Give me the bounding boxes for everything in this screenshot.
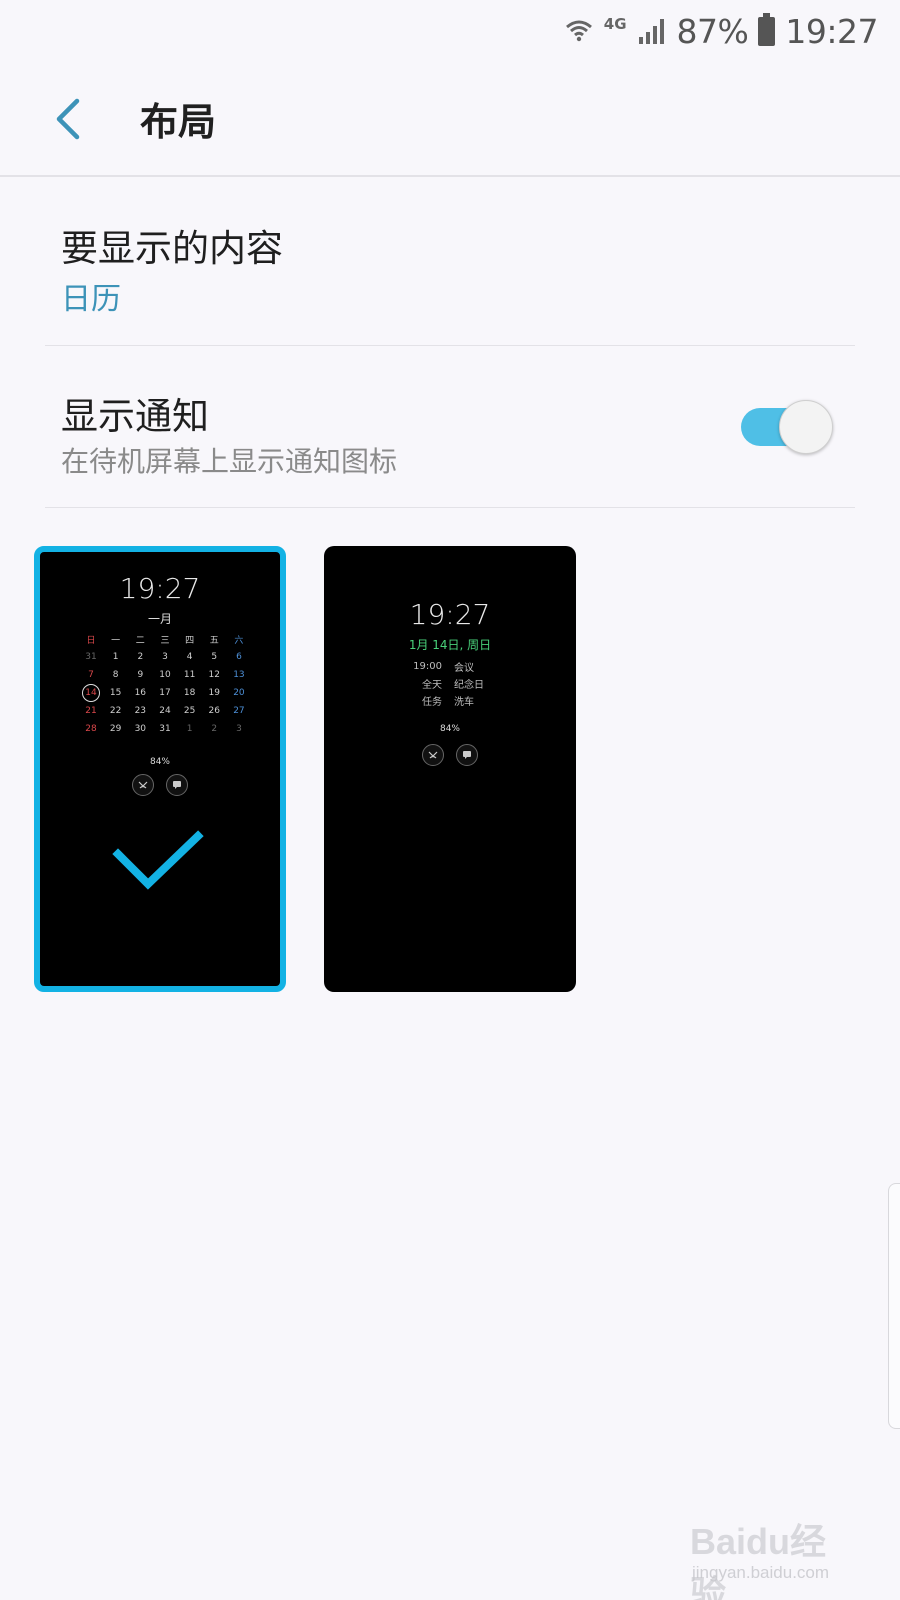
notification-setting-title: 显示通知 <box>61 395 209 438</box>
calendar-day: 16 <box>134 688 147 698</box>
preview-event: 全天 纪念日 <box>410 675 530 692</box>
calendar-week-row: 14 15 16 17 18 19 20 <box>80 684 250 702</box>
calendar-day: 8 <box>112 670 119 680</box>
layout-option-schedule[interactable]: 19:27 1月 14日, 周日 19:00 会议 全天 纪念日 任务 洗车 8… <box>324 546 576 992</box>
preview-event: 19:00 会议 <box>410 658 530 675</box>
missed-call-icon <box>132 774 154 796</box>
notification-setting-subtitle: 在待机屏幕上显示通知图标 <box>61 445 398 478</box>
calendar-day: 27 <box>233 706 245 716</box>
toggle-thumb <box>779 400 833 454</box>
back-button[interactable] <box>38 89 98 149</box>
preview-calendar: 日一二三四五六 31 1 2 3 4 5 6 7 8 9 10 11 12 13 14 15 16 17 18 19 20… <box>80 630 250 738</box>
watermark-brand: Baidu经验 <box>690 1521 827 1600</box>
calendar-day: 24 <box>159 706 171 716</box>
preview-notification-icons <box>40 774 280 796</box>
calendar-day: 1 <box>112 652 119 662</box>
calendar-day: 12 <box>208 670 220 680</box>
preview-battery: 84% <box>439 724 460 734</box>
content-setting-title: 要显示的内容 <box>61 227 283 270</box>
page-title: 布局 <box>140 100 217 144</box>
calendar-day: 3 <box>236 724 242 734</box>
edge-panel-handle[interactable] <box>888 1183 900 1429</box>
chevron-left-icon <box>56 98 80 139</box>
preview-event: 任务 洗车 <box>410 692 530 709</box>
event-title: 会议 <box>454 663 474 674</box>
message-icon <box>456 744 478 766</box>
calendar-day: 15 <box>109 688 122 698</box>
wifi-icon <box>564 16 594 46</box>
calendar-day: 29 <box>109 724 122 734</box>
event-title: 纪念日 <box>454 680 484 691</box>
calendar-day: 4 <box>186 652 193 662</box>
preview-clock: 19:27 <box>119 572 201 605</box>
calendar-day: 5 <box>211 652 218 662</box>
calendar-day: 30 <box>134 724 147 734</box>
selected-check-icon <box>112 830 204 890</box>
calendar-weekday: 六 <box>234 635 244 646</box>
event-title: 洗车 <box>454 697 474 708</box>
app-header: 布局 <box>0 62 900 177</box>
message-icon <box>166 774 188 796</box>
calendar-day: 6 <box>236 652 242 662</box>
calendar-day: 26 <box>208 706 220 716</box>
calendar-day: 28 <box>85 724 97 734</box>
preview-clock: 19:27 <box>409 598 491 631</box>
event-time: 任务 <box>422 697 442 708</box>
event-time: 全天 <box>422 680 442 691</box>
notification-toggle[interactable] <box>741 400 833 454</box>
watermark: Baidu经验 jingyan.baidu.com <box>690 1503 860 1600</box>
calendar-day: 9 <box>137 670 144 680</box>
content-setting-value: 日历 <box>61 282 121 317</box>
status-bar: 4G 87% 19:27 <box>0 0 900 62</box>
calendar-day: 7 <box>88 670 94 680</box>
calendar-day: 2 <box>211 724 218 734</box>
calendar-day: 17 <box>159 688 171 698</box>
calendar-day: 14 <box>82 684 100 702</box>
watermark-url: jingyan.baidu.com <box>692 1563 830 1582</box>
calendar-day: 31 <box>85 652 97 662</box>
network-type: 4G <box>603 15 627 33</box>
calendar-day: 18 <box>183 688 196 698</box>
calendar-day: 2 <box>137 652 144 662</box>
calendar-day: 10 <box>159 670 171 680</box>
calendar-day: 31 <box>159 724 171 734</box>
calendar-weekday: 四 <box>185 635 195 646</box>
calendar-week-row: 7 8 9 10 11 12 13 <box>80 666 250 684</box>
calendar-weekday: 三 <box>160 635 170 646</box>
calendar-weekday: 五 <box>209 635 219 646</box>
calendar-day: 3 <box>162 652 168 662</box>
calendar-weekday-row: 日一二三四五六 <box>80 630 250 648</box>
content-setting-row[interactable]: 要显示的内容 日历 <box>45 178 855 346</box>
calendar-day: 22 <box>109 706 122 716</box>
calendar-day: 13 <box>233 670 245 680</box>
calendar-week-row: 31 1 2 3 4 5 6 <box>80 648 250 666</box>
calendar-day: 11 <box>183 670 196 680</box>
layout-option-calendar[interactable]: 19:27 一月 日一二三四五六 31 1 2 3 4 5 6 7 8 9 10 11 12 13 14 15 1… <box>34 546 286 992</box>
calendar-day: 19 <box>208 688 220 698</box>
calendar-day: 25 <box>183 706 196 716</box>
missed-call-icon <box>422 744 444 766</box>
preview-battery: 84% <box>149 757 170 767</box>
calendar-weekday: 二 <box>135 635 145 646</box>
calendar-weekday: 一 <box>111 635 121 646</box>
event-time: 19:00 <box>413 661 442 672</box>
calendar-day: 1 <box>186 724 193 734</box>
preview-date: 1月 14日, 周日 <box>408 638 492 652</box>
signal-icon <box>637 17 667 45</box>
preview-event-list: 19:00 会议 全天 纪念日 任务 洗车 <box>410 658 530 709</box>
calendar-week-row: 28 29 30 31 1 2 3 <box>80 720 250 738</box>
battery-icon <box>758 12 776 46</box>
notification-setting-row[interactable]: 显示通知 在待机屏幕上显示通知图标 <box>45 346 855 508</box>
preview-notification-icons <box>324 744 576 766</box>
battery-percent: 87% <box>676 11 749 51</box>
preview-month: 一月 <box>147 612 172 626</box>
calendar-day: 23 <box>134 706 147 716</box>
calendar-day: 20 <box>233 688 245 698</box>
status-time: 19:27 <box>785 11 878 51</box>
calendar-weekday: 日 <box>86 635 96 646</box>
calendar-week-row: 21 22 23 24 25 26 27 <box>80 702 250 720</box>
calendar-day: 21 <box>85 706 97 716</box>
